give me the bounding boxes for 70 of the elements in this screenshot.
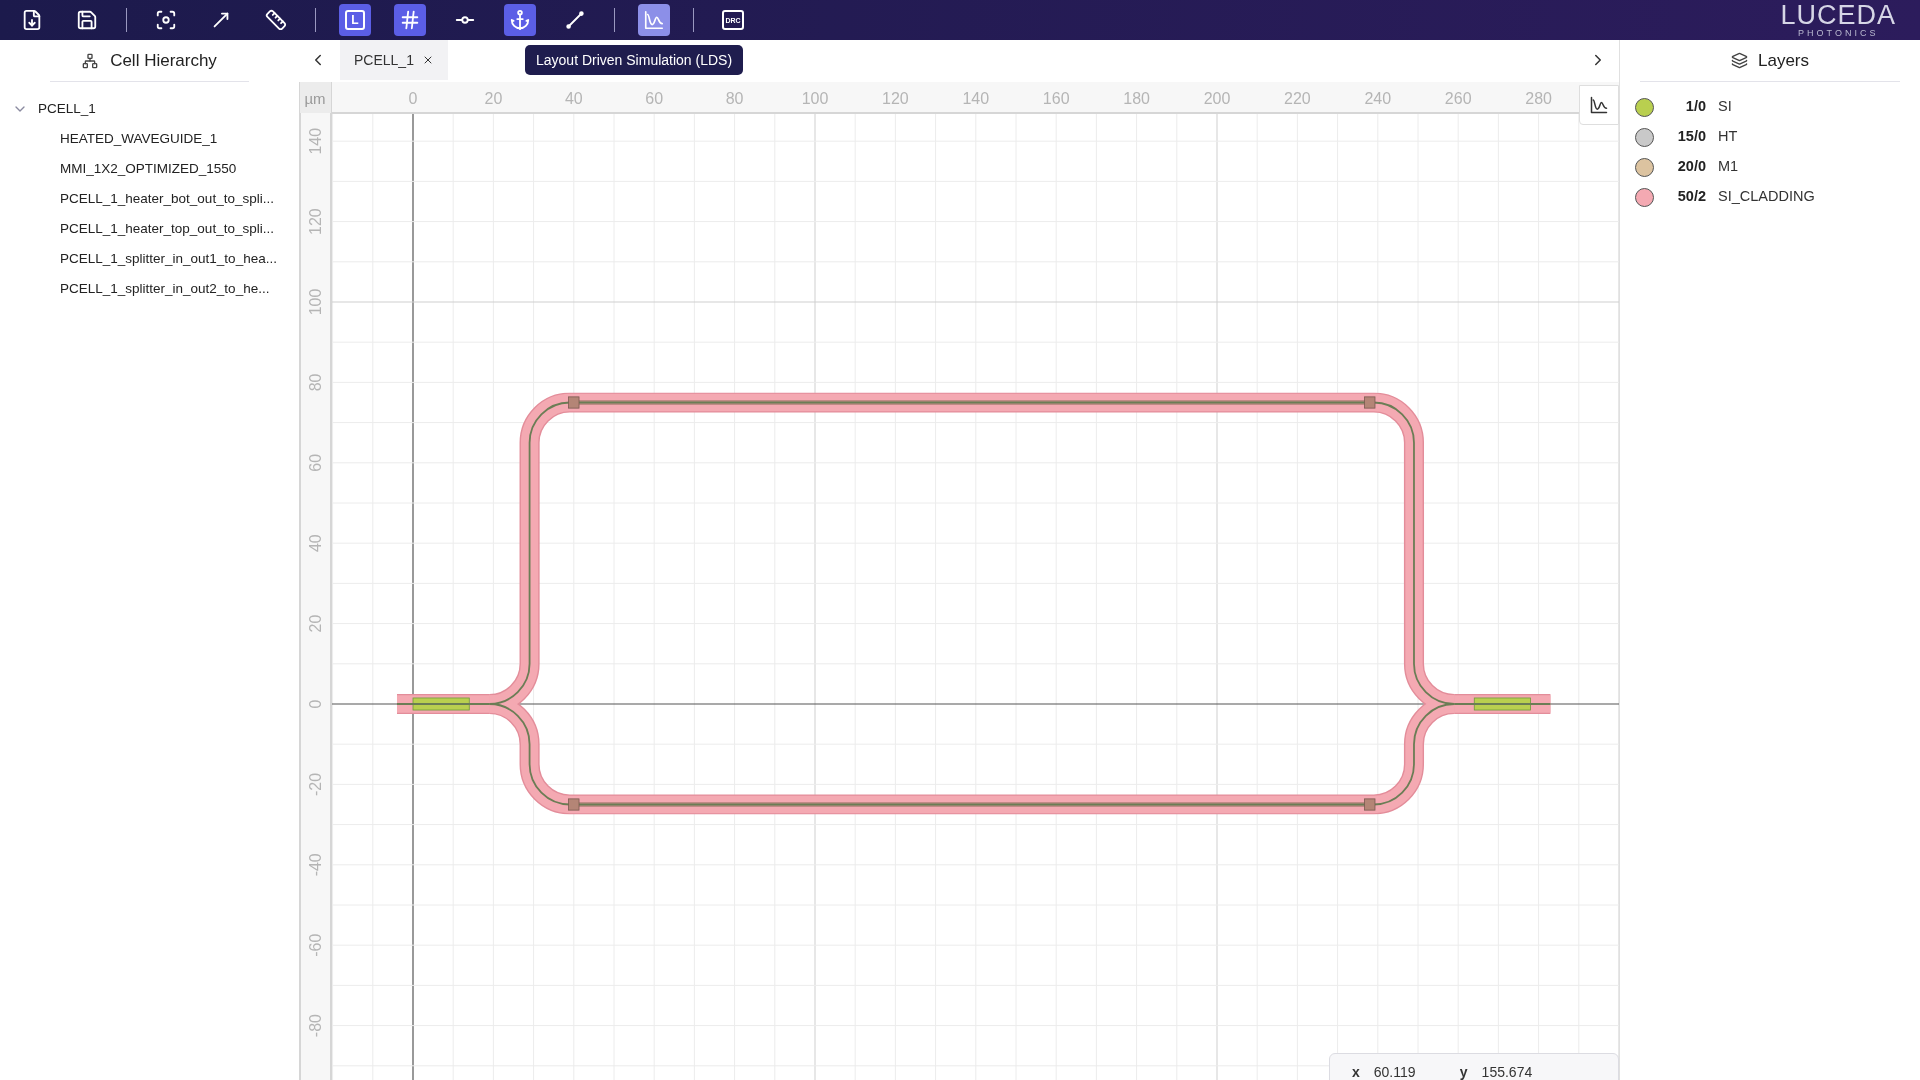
ruler-label: 140 [307,127,324,155]
ruler-label: 140 [962,90,990,107]
layer-row[interactable]: 15/0 HT [1620,122,1920,152]
hierarchy-icon [82,52,99,69]
ruler-label: 60 [307,453,324,472]
logo-tagline: PHOTONICS [1798,29,1879,38]
readout-value: 60.119 [1373,1063,1417,1080]
panel-title: Layers [1758,49,1809,72]
ruler-label: 40 [564,90,583,107]
grid-icon [399,9,421,31]
ruler-label: 40 [307,534,324,553]
layer-name: SI_CLADDING [1718,187,1815,207]
ruler-label: -40 [307,853,324,877]
logo-wordmark: LUCEDA [1780,2,1896,29]
ruler-label: 220 [1284,90,1311,107]
line-icon [564,9,586,31]
ruler-label: 260 [1444,90,1472,107]
tree-item[interactable]: PCELL_1 [0,94,299,124]
unit-label: µm [304,90,326,107]
ruler-label: 180 [1123,90,1150,107]
ruler-label: 200 [1203,90,1231,107]
layer-row[interactable]: 1/0 SI [1620,92,1920,122]
tree-item[interactable]: HEATED_WAVEGUIDE_1 [0,124,299,154]
ruler-label: 20 [484,90,503,107]
anchor-icon [509,9,531,31]
ruler-label: -80 [307,1014,324,1038]
ruler-label: 20 [307,614,324,633]
graph-icon [643,9,665,31]
ruler-label: 120 [882,90,909,107]
readout-label: y [1459,1063,1468,1080]
layer-number: 20/0 [1676,157,1706,177]
layer-number: 15/0 [1676,127,1706,147]
layer-name: HT [1718,127,1738,147]
ruler-label: 80 [725,90,744,107]
layers-icon [1731,52,1748,69]
layer-row[interactable]: 50/2 SI_CLADDING [1620,182,1920,212]
chart-toggle-button[interactable] [1579,85,1619,125]
ruler-label: 0 [307,699,324,709]
readout-label: x [1352,1063,1360,1080]
tree-item[interactable]: PCELL_1_splitter_in_out1_to_hea... [0,244,299,274]
ruler-label: 80 [307,373,324,392]
focus-frame-icon [155,9,177,31]
tree-item[interactable]: MMI_1X2_OPTIMIZED_1550 [0,154,299,184]
ruler-label: 120 [307,208,324,235]
ruler-label: 240 [1364,90,1392,107]
layer-name: SI [1718,97,1732,117]
ruler-label: 100 [307,288,324,316]
readout-value: 155.674 [1481,1063,1533,1080]
tooltip: Layout Driven Simulation (LDS) [525,45,744,75]
layer-number: 1/0 [1684,97,1706,117]
graph-icon [1589,95,1609,115]
document-tab[interactable]: PCELL_1 [340,40,448,80]
ruler-label: 280 [1525,90,1552,107]
ruler-label: 60 [645,90,664,107]
file-download-icon [21,9,43,31]
tree-item[interactable]: PCELL_1_heater_top_out_to_spli... [0,214,299,244]
tree-item[interactable]: PCELL_1_splitter_in_out2_to_he... [0,274,299,304]
toolbar-button[interactable]: L [339,4,371,36]
tree-item[interactable]: PCELL_1_heater_bot_out_to_spli... [0,184,299,214]
layer-number: 50/2 [1676,187,1706,207]
ruler-icon [265,9,287,31]
save-icon [76,9,98,31]
ruler-label: -20 [307,772,324,796]
ruler-label: 160 [1042,90,1070,107]
panel-title: Cell Hierarchy [110,49,217,72]
ruler-label: -60 [307,933,324,957]
layer-row[interactable]: 20/0 M1 [1620,152,1920,182]
layer-name: M1 [1718,157,1739,177]
ruler-label: 0 [408,90,418,107]
ruler-label: 100 [801,90,829,107]
